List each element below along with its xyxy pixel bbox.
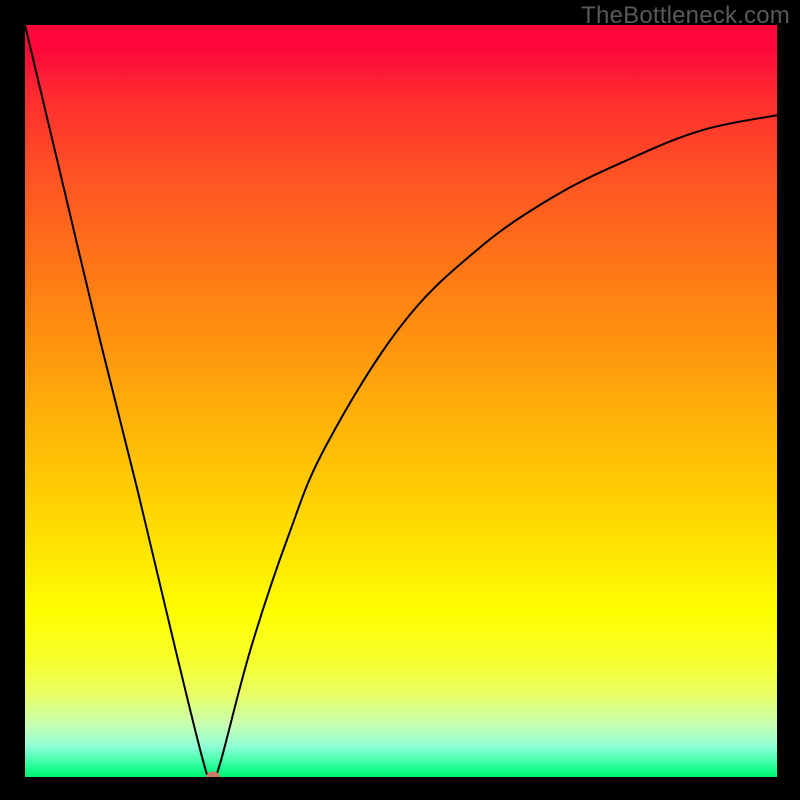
watermark-text: TheBottleneck.com (581, 2, 790, 30)
plot-area (25, 25, 777, 777)
minimum-marker (206, 772, 220, 778)
bottleneck-curve (25, 25, 777, 777)
chart-frame: TheBottleneck.com (0, 0, 800, 800)
